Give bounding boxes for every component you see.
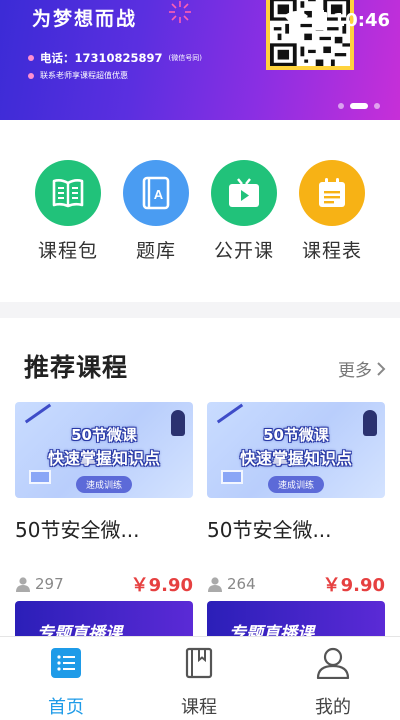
category-label: 课程表 bbox=[301, 240, 362, 262]
course-card[interactable]: 50节微课 快速掌握知识点 速成训练 50节安全微... 297 ￥9.90 bbox=[15, 402, 193, 597]
course-views: 297 bbox=[15, 575, 64, 593]
bullet-dot bbox=[28, 55, 34, 61]
status-time: 10:46 bbox=[332, 9, 390, 31]
user-icon bbox=[283, 647, 383, 679]
banner-phone: 电话：17310825897 (微信号同) bbox=[28, 50, 202, 66]
course-thumbnail: 50节微课 快速掌握知识点 速成训练 bbox=[207, 402, 385, 498]
course-meta: 264 ￥9.90 bbox=[207, 571, 385, 597]
thumb-tag: 速成训练 bbox=[267, 476, 325, 493]
decor-frame bbox=[221, 470, 243, 484]
calendar-icon bbox=[299, 160, 365, 226]
tab-courses[interactable]: 课程 bbox=[149, 647, 249, 719]
home-list-icon bbox=[16, 647, 116, 679]
banner-phone-text: 电话：17310825897 bbox=[40, 51, 163, 65]
book-icon bbox=[149, 647, 249, 679]
tab-mine[interactable]: 我的 bbox=[283, 647, 383, 719]
more-link[interactable]: 更多 bbox=[338, 356, 386, 381]
battery-icon bbox=[314, 10, 327, 30]
views-count: 264 bbox=[227, 575, 256, 593]
thumb-line2: 快速掌握知识点 bbox=[239, 449, 352, 468]
wifi-icon bbox=[283, 11, 308, 29]
book-open-icon bbox=[35, 160, 101, 226]
course-meta: 297 ￥9.90 bbox=[15, 571, 193, 597]
course-card[interactable]: 50节微课 快速掌握知识点 速成训练 50节安全微... 264 ￥9.90 bbox=[207, 402, 385, 597]
status-bar: 10:46 bbox=[240, 8, 390, 32]
banner-slogan: 为梦想而战 bbox=[32, 8, 138, 30]
thumb-line1: 50节微课 bbox=[71, 426, 137, 444]
sparkle-icon bbox=[169, 1, 191, 23]
decor-stripe bbox=[216, 403, 244, 424]
course-card-partial[interactable]: 专题直播课 bbox=[15, 601, 193, 638]
decor-frame bbox=[29, 470, 51, 484]
bottom-tab-bar: 首页 课程 我的 bbox=[0, 636, 400, 720]
tab-label: 首页 bbox=[48, 697, 84, 718]
course-price: ￥9.90 bbox=[130, 575, 193, 596]
thumb-tag: 速成训练 bbox=[75, 476, 133, 493]
course-price: ￥9.90 bbox=[322, 575, 385, 596]
more-label: 更多 bbox=[338, 361, 372, 381]
decor-stripe bbox=[24, 403, 52, 424]
course-name: 50节安全微... bbox=[15, 518, 140, 542]
question-bank-icon: A bbox=[123, 160, 189, 226]
tab-label: 我的 bbox=[315, 697, 351, 718]
tab-label: 课程 bbox=[181, 697, 217, 718]
banner-teacher: 联系老师享课程超值优惠 bbox=[28, 70, 128, 81]
recommend-section: 推荐课程 更多 50节微课 快速掌握知识点 速成训练 50节安全微... 297… bbox=[0, 318, 400, 638]
person-icon bbox=[208, 576, 222, 592]
thumb-line2: 快速掌握知识点 bbox=[47, 449, 160, 468]
bullet-dot bbox=[28, 72, 34, 79]
section-title: 推荐课程 bbox=[24, 353, 129, 382]
course-name: 50节安全微... bbox=[207, 518, 332, 542]
course-card-partial[interactable]: 专题直播课 bbox=[207, 601, 385, 638]
tab-home[interactable]: 首页 bbox=[16, 647, 116, 719]
category-open-class[interactable]: 公开课 bbox=[200, 160, 288, 263]
views-count: 297 bbox=[35, 575, 64, 593]
tv-play-icon bbox=[211, 160, 277, 226]
category-schedule[interactable]: 课程表 bbox=[288, 160, 376, 263]
carousel-indicator[interactable] bbox=[338, 103, 380, 109]
category-question-bank[interactable]: A 题库 bbox=[112, 160, 200, 263]
thumb-line1: 50节微课 bbox=[263, 426, 329, 444]
carousel-dot[interactable] bbox=[338, 103, 344, 109]
course-thumbnail: 50节微课 快速掌握知识点 速成训练 bbox=[15, 402, 193, 498]
course-views: 264 bbox=[207, 575, 256, 593]
person-icon bbox=[16, 576, 30, 592]
chevron-right-icon bbox=[377, 361, 386, 376]
category-label: 题库 bbox=[135, 240, 176, 262]
carousel-dot-active[interactable] bbox=[350, 103, 368, 109]
banner-phone-note: (微信号同) bbox=[168, 54, 202, 62]
svg-text:A: A bbox=[154, 187, 164, 202]
category-label: 公开课 bbox=[213, 240, 274, 262]
carousel-dot[interactable] bbox=[374, 103, 380, 109]
banner-teacher-text: 联系老师享课程超值优惠 bbox=[40, 71, 128, 80]
category-label: 课程包 bbox=[37, 240, 98, 262]
category-course-package[interactable]: 课程包 bbox=[24, 160, 112, 263]
category-grid: 课程包 A 题库 公开课 课程表 bbox=[0, 120, 400, 302]
